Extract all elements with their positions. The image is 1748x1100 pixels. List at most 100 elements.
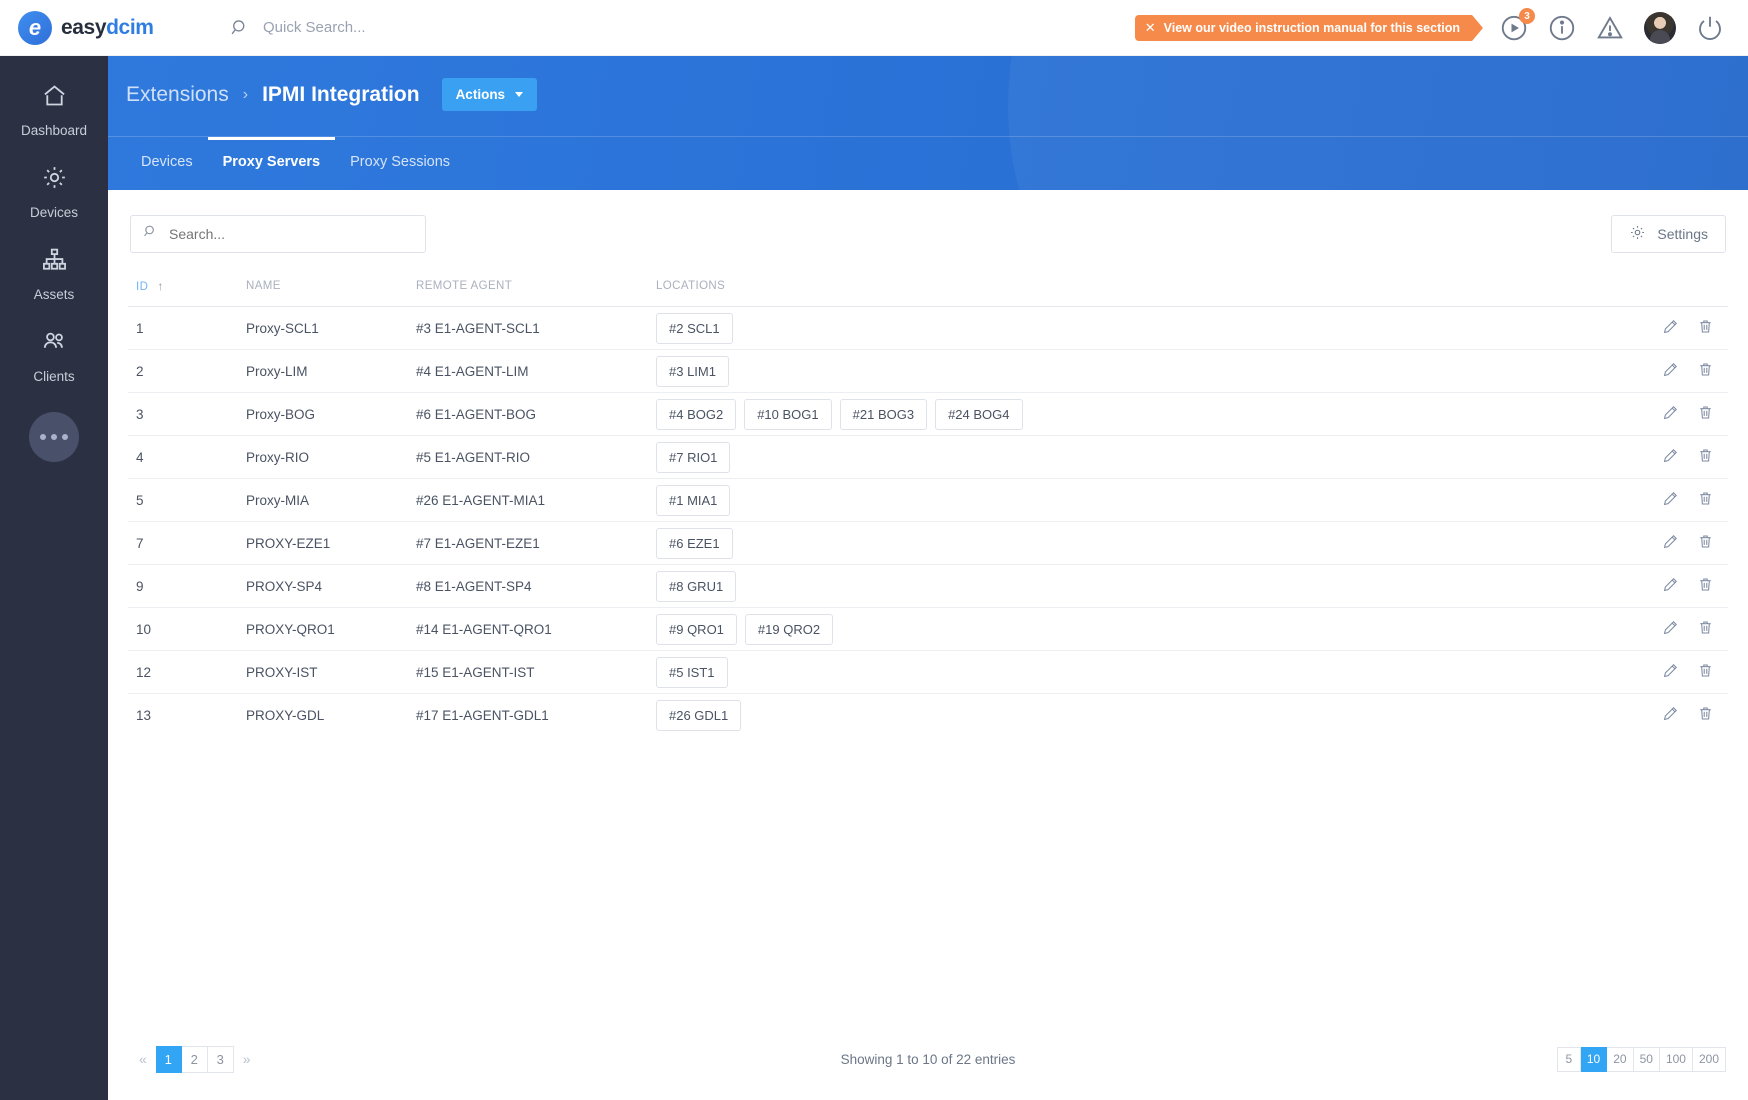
- table-row[interactable]: 3 Proxy-BOG #6 E1-AGENT-BOG #4 BOG2 #10 BOG1…: [128, 392, 1728, 436]
- page-size-option[interactable]: 50: [1633, 1046, 1660, 1072]
- sidebar-item-clients[interactable]: Clients: [0, 302, 108, 384]
- edit-icon[interactable]: [1662, 404, 1679, 424]
- location-chip[interactable]: #26 GDL1: [656, 699, 742, 731]
- video-manual-banner[interactable]: ✕ View our video instruction manual for …: [1134, 15, 1472, 41]
- location-chip[interactable]: #10 BOG1: [744, 398, 832, 430]
- page-size-option[interactable]: 5: [1556, 1046, 1581, 1072]
- power-button[interactable]: [1695, 13, 1725, 43]
- location-chip[interactable]: #6 EZE1: [656, 527, 733, 559]
- cell-actions: [1618, 608, 1728, 651]
- table-row[interactable]: 12 PROXY-IST #15 E1-AGENT-IST #5 IST1: [128, 650, 1728, 694]
- location-chip[interactable]: #2 SCL1: [656, 312, 733, 344]
- content-area: Settings ID ↑ NAME REMOTE AGENT LOCATIONS…: [108, 190, 1748, 1100]
- search-box[interactable]: [130, 215, 426, 253]
- logo-text-easy: easy: [61, 15, 107, 39]
- cell-remote-agent: #7 E1-AGENT-EZE1: [416, 535, 540, 551]
- location-chip[interactable]: #7 RIO1: [656, 441, 731, 473]
- page-size-option[interactable]: 10: [1580, 1046, 1608, 1072]
- page-title: IPMI Integration: [262, 82, 420, 106]
- edit-icon[interactable]: [1662, 490, 1679, 510]
- actions-button[interactable]: Actions: [441, 78, 538, 111]
- column-header-id[interactable]: ID ↑: [128, 279, 246, 307]
- page-size-option[interactable]: 200: [1692, 1046, 1726, 1072]
- edit-icon[interactable]: [1662, 576, 1679, 596]
- edit-icon[interactable]: [1662, 533, 1679, 553]
- table-header-row: ID ↑ NAME REMOTE AGENT LOCATIONS: [128, 279, 1728, 307]
- location-chip[interactable]: #8 GRU1: [656, 570, 737, 602]
- location-chip[interactable]: #3 LIM1: [656, 355, 729, 387]
- sort-ascending-icon: ↑: [157, 279, 164, 293]
- page-size-option[interactable]: 100: [1659, 1046, 1693, 1072]
- quick-search[interactable]: Quick Search...: [230, 18, 366, 38]
- column-header-remote-agent[interactable]: REMOTE AGENT: [416, 279, 656, 307]
- top-bar-right: ✕ View our video instruction manual for …: [1134, 0, 1748, 56]
- delete-icon[interactable]: [1697, 490, 1714, 510]
- cell-name: PROXY-GDL: [246, 707, 325, 723]
- breadcrumb-parent[interactable]: Extensions: [126, 83, 229, 107]
- column-header-name[interactable]: NAME: [246, 279, 416, 307]
- app-logo[interactable]: e easydcim: [18, 10, 178, 45]
- tab-devices[interactable]: Devices: [126, 137, 208, 185]
- video-play-button[interactable]: 3: [1499, 8, 1535, 43]
- warning-button[interactable]: [1595, 13, 1625, 43]
- delete-icon[interactable]: [1697, 447, 1714, 467]
- cell-locations: #8 GRU1: [656, 565, 1618, 608]
- cell-name: Proxy-SCL1: [246, 320, 319, 336]
- banner-arrow-icon: [1472, 15, 1483, 41]
- top-bar: e easydcim Quick Search... ✕ View our vi…: [0, 0, 1748, 56]
- location-chip[interactable]: #1 MIA1: [656, 484, 731, 516]
- search-input[interactable]: [169, 226, 413, 242]
- table-row[interactable]: 5 Proxy-MIA #26 E1-AGENT-MIA1 #1 MIA1: [128, 478, 1728, 522]
- sidebar-item-dashboard[interactable]: Dashboard: [0, 56, 108, 138]
- cell-id: 9: [136, 578, 144, 594]
- table-row[interactable]: 4 Proxy-RIO #5 E1-AGENT-RIO #7 RIO1: [128, 435, 1728, 479]
- edit-icon[interactable]: [1662, 662, 1679, 682]
- delete-icon[interactable]: [1697, 533, 1714, 553]
- video-manual-banner-label: View our video instruction manual for th…: [1163, 21, 1460, 35]
- cell-remote-agent: #8 E1-AGENT-SP4: [416, 578, 532, 594]
- table-row[interactable]: 9 PROXY-SP4 #8 E1-AGENT-SP4 #8 GRU1: [128, 564, 1728, 608]
- cell-remote-agent: #15 E1-AGENT-IST: [416, 664, 535, 680]
- edit-icon[interactable]: [1662, 361, 1679, 381]
- avatar[interactable]: [1644, 12, 1676, 44]
- delete-icon[interactable]: [1697, 361, 1714, 381]
- edit-icon[interactable]: [1662, 447, 1679, 467]
- location-chip[interactable]: #4 BOG2: [656, 398, 737, 430]
- location-chip[interactable]: #24 BOG4: [935, 398, 1023, 430]
- tab-proxy-servers[interactable]: Proxy Servers: [207, 137, 336, 185]
- info-button[interactable]: [1547, 13, 1577, 43]
- sidebar-item-devices[interactable]: Devices: [0, 138, 108, 220]
- location-chip[interactable]: #21 BOG3: [839, 398, 928, 430]
- delete-icon[interactable]: [1697, 404, 1714, 424]
- location-chip[interactable]: #19 QRO2: [744, 613, 834, 645]
- sidebar-item-label-assets: Assets: [33, 287, 75, 302]
- column-header-locations[interactable]: LOCATIONS: [656, 279, 1618, 307]
- edit-icon[interactable]: [1662, 619, 1679, 639]
- edit-icon[interactable]: [1662, 318, 1679, 338]
- dot-icon: [40, 434, 46, 440]
- table-row[interactable]: 2 Proxy-LIM #4 E1-AGENT-LIM #3 LIM1: [128, 349, 1728, 393]
- table-row[interactable]: 1 Proxy-SCL1 #3 E1-AGENT-SCL1 #2 SCL1: [128, 306, 1728, 350]
- cell-remote-agent: #4 E1-AGENT-LIM: [416, 363, 529, 379]
- delete-icon[interactable]: [1697, 576, 1714, 596]
- cell-id: 10: [136, 621, 152, 637]
- table-row[interactable]: 7 PROXY-EZE1 #7 E1-AGENT-EZE1 #6 EZE1: [128, 521, 1728, 565]
- sidebar-item-assets[interactable]: Assets: [0, 220, 108, 302]
- delete-icon[interactable]: [1697, 619, 1714, 639]
- page-header: Extensions › IPMI Integration Actions De…: [108, 56, 1748, 190]
- delete-icon[interactable]: [1697, 705, 1714, 725]
- table-row[interactable]: 13 PROXY-GDL #17 E1-AGENT-GDL1 #26 GDL1: [128, 693, 1728, 737]
- settings-button[interactable]: Settings: [1611, 215, 1726, 253]
- sidebar-more-button[interactable]: [29, 412, 79, 462]
- edit-icon[interactable]: [1662, 705, 1679, 725]
- breadcrumb: Extensions › IPMI Integration Actions: [126, 78, 538, 111]
- close-icon[interactable]: ✕: [1145, 20, 1156, 36]
- location-chip[interactable]: #9 QRO1: [656, 613, 737, 645]
- cell-actions: [1618, 393, 1728, 436]
- tab-proxy-sessions[interactable]: Proxy Sessions: [335, 137, 465, 185]
- location-chip[interactable]: #5 IST1: [656, 656, 728, 688]
- delete-icon[interactable]: [1697, 318, 1714, 338]
- table-row[interactable]: 10 PROXY-QRO1 #14 E1-AGENT-QRO1 #9 QRO1 #19 …: [128, 607, 1728, 651]
- delete-icon[interactable]: [1697, 662, 1714, 682]
- page-size-option[interactable]: 20: [1607, 1046, 1634, 1072]
